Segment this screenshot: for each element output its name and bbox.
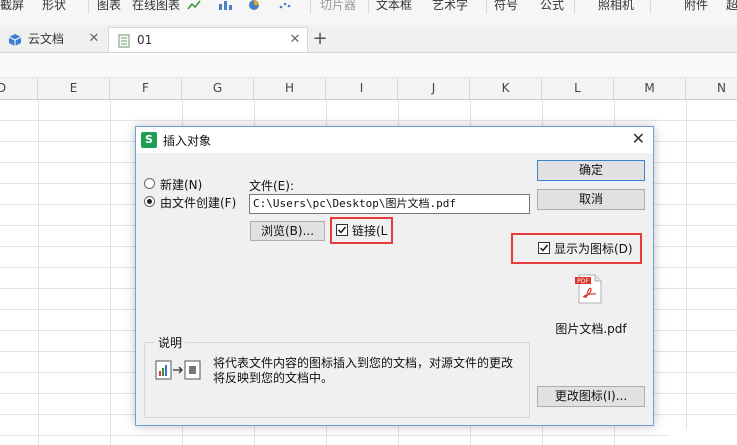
- cancel-button[interactable]: 取消: [537, 189, 645, 210]
- column-header[interactable]: E: [38, 78, 110, 99]
- link-checkbox[interactable]: [336, 224, 348, 236]
- ribbon-symbol[interactable]: 符号: [494, 0, 518, 13]
- explanation-group: 说明 将代表文件内容的图标插入到您的文档，对源文件的更改将反映到您的文档中。: [144, 334, 530, 418]
- display-as-icon-checkbox[interactable]: [538, 242, 550, 254]
- ribbon-shapes[interactable]: 形状: [42, 0, 66, 13]
- browse-button[interactable]: 浏览(B)...: [250, 221, 325, 241]
- dialog-titlebar[interactable]: S 插入对象 ✕: [136, 127, 653, 153]
- ribbon-slicer[interactable]: 切片器: [320, 0, 356, 13]
- tab-label: 云文档: [28, 32, 65, 46]
- column-header[interactable]: F: [110, 78, 182, 99]
- ribbon-separator: [650, 0, 651, 14]
- column-header[interactable]: L: [542, 78, 614, 99]
- radio-new-label[interactable]: 新建(N): [160, 176, 202, 193]
- column-header[interactable]: I: [326, 78, 398, 99]
- spreadsheet-file-icon: [118, 34, 130, 48]
- ribbon-online-chart[interactable]: 在线图表: [132, 0, 180, 13]
- column-header[interactable]: G: [182, 78, 254, 99]
- tab-label: 01: [137, 33, 153, 47]
- ribbon-wordart[interactable]: 艺术字: [432, 0, 468, 13]
- document-tab-bar: 云文档 ✕ 01 ✕: [0, 25, 737, 53]
- chart-bar-icon[interactable]: [218, 0, 232, 10]
- ribbon-separator: [574, 0, 575, 14]
- formula-bar-area: [0, 53, 737, 78]
- ribbon-camera[interactable]: 照相机: [598, 0, 634, 13]
- pdf-file-icon: PDF: [575, 274, 602, 304]
- chart-scatter-icon[interactable]: [278, 0, 292, 10]
- radio-from-file-label[interactable]: 由文件创建(F): [160, 194, 236, 211]
- close-icon[interactable]: ✕: [632, 129, 645, 148]
- column-header[interactable]: J: [398, 78, 470, 99]
- ribbon-toolbar: 截屏 形状 图表 在线图表 切片器 文本框 艺术字 符号 公式 照相机 附件 超: [0, 0, 737, 26]
- pdf-badge-text: PDF: [577, 278, 589, 285]
- ribbon-attachment[interactable]: 附件: [684, 0, 708, 13]
- file-label: 文件(E):: [249, 179, 294, 193]
- wps-s-logo-icon: S: [141, 132, 157, 148]
- tab-01[interactable]: 01 ✕: [108, 27, 308, 52]
- explanation-title: 说明: [155, 334, 186, 351]
- dialog-title: 插入对象: [163, 134, 212, 148]
- column-header-row: D E F G H I J K L M N: [0, 78, 737, 100]
- tab-cloud-docs[interactable]: 云文档 ✕: [0, 27, 108, 52]
- radio-from-file[interactable]: [144, 196, 155, 207]
- ribbon-more[interactable]: 超: [726, 0, 737, 13]
- column-header[interactable]: N: [686, 78, 737, 99]
- ribbon-screenshot[interactable]: 截屏: [0, 0, 24, 13]
- radio-new[interactable]: [144, 178, 155, 189]
- column-header[interactable]: K: [470, 78, 542, 99]
- icon-filename-wrap: 图片文档.pdf: [537, 320, 645, 336]
- page-curl-decoration: [637, 415, 737, 445]
- close-icon[interactable]: ✕: [287, 28, 303, 52]
- explanation-text: 将代表文件内容的图标插入到您的文档，对源文件的更改将反映到您的文档中。: [213, 356, 514, 385]
- link-label[interactable]: 链接(L: [352, 222, 387, 239]
- cloud-cube-icon: [8, 34, 22, 46]
- check-icon: [540, 244, 549, 252]
- check-icon: [338, 226, 347, 234]
- ribbon-separator: [88, 0, 89, 14]
- insert-object-dialog: S 插入对象 ✕ 新建(N) 由文件创建(F) 文件(E): C:\Users\…: [135, 126, 654, 426]
- column-header[interactable]: M: [614, 78, 686, 99]
- chart-line-icon[interactable]: [187, 0, 201, 10]
- ribbon-separator: [486, 0, 487, 14]
- display-as-icon-label[interactable]: 显示为图标(D): [554, 240, 633, 257]
- ribbon-formula[interactable]: 公式: [540, 0, 564, 13]
- column-header[interactable]: H: [254, 78, 326, 99]
- file-path-input[interactable]: C:\Users\pc\Desktop\图片文档.pdf: [249, 194, 530, 214]
- close-icon[interactable]: ✕: [86, 27, 102, 51]
- change-icon-button[interactable]: 更改图标(I)...: [537, 386, 645, 407]
- ribbon-textbox[interactable]: 文本框: [376, 0, 412, 13]
- ok-button[interactable]: 确定: [537, 160, 645, 181]
- column-header[interactable]: D: [0, 78, 38, 99]
- chart-pie-icon[interactable]: [248, 0, 262, 10]
- icon-filename: 图片文档.pdf: [555, 322, 627, 336]
- insert-icon-result-icon: [155, 360, 201, 380]
- ribbon-chart[interactable]: 图表: [97, 0, 121, 13]
- add-tab-button[interactable]: +: [310, 27, 330, 51]
- ribbon-separator: [310, 0, 311, 14]
- ribbon-separator: [368, 0, 369, 14]
